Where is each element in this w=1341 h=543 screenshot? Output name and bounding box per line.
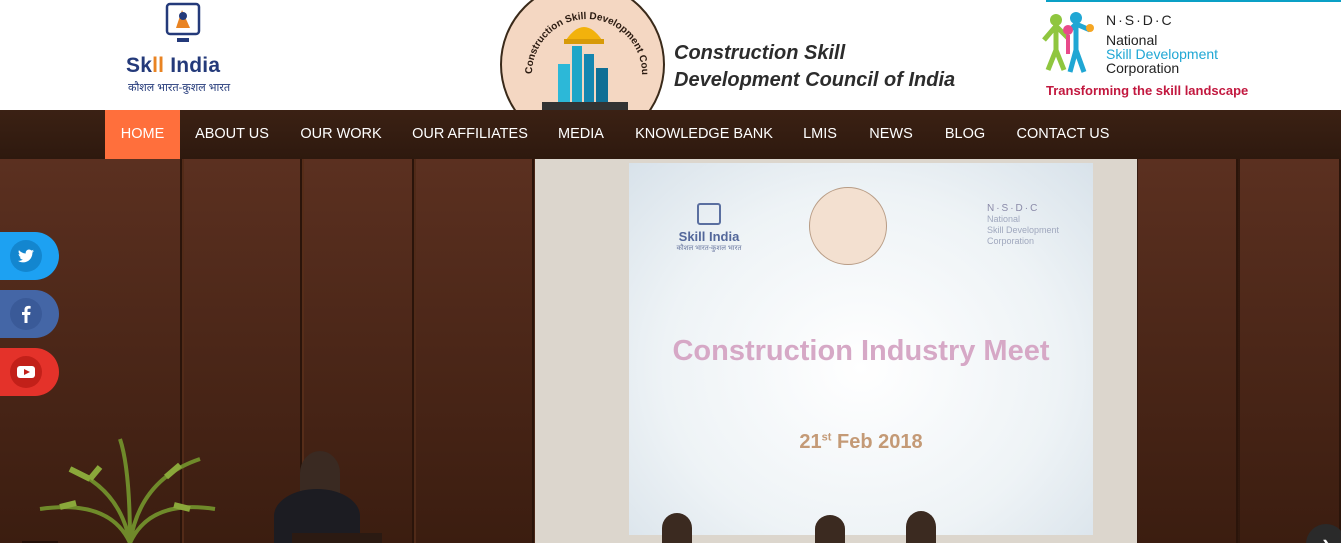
nav-media[interactable]: MEDIA (550, 110, 612, 159)
screen-monitor-icon (697, 203, 721, 225)
nav-lmis[interactable]: LMIS (795, 110, 845, 159)
site-header: Skll India कौशल भारत-कुशल भारत Construct… (0, 0, 1341, 147)
skill-india-wordmark: Skll India (126, 54, 221, 77)
nsdc-people-icon (1042, 12, 1094, 73)
main-nav: HOME ABOUT US OUR WORK OUR AFFILIATES ME… (0, 110, 1341, 159)
skill-india-tagline: कौशल भारत-कुशल भारत (128, 82, 231, 94)
facebook-button[interactable] (0, 290, 59, 338)
nav-news[interactable]: NEWS (862, 110, 920, 159)
twitter-icon (18, 249, 34, 263)
wall-panel (416, 159, 534, 543)
nav-our-affiliates[interactable]: OUR AFFILIATES (404, 110, 536, 159)
twitter-button[interactable] (0, 232, 59, 280)
nav-knowledge-bank[interactable]: KNOWLEDGE BANK (628, 110, 780, 159)
youtube-button[interactable] (0, 348, 59, 396)
nsdc-logo[interactable]: N·S·D·C National Skill Development Corpo… (1036, 0, 1341, 105)
plant-decoration (39, 438, 216, 543)
panelist-head (662, 513, 692, 543)
skill-india-monitor-icon (165, 2, 201, 42)
wall-panel (1240, 159, 1341, 543)
skill-india-logo[interactable]: Skll India कौशल भारत-कुशल भारत (120, 0, 250, 100)
screen-event-title: Construction Industry Meet (672, 335, 1050, 367)
hero-carousel[interactable]: Skill India कौशल भारत-कुशल भारत N·S·D·C … (0, 159, 1341, 543)
nav-blog[interactable]: BLOG (937, 110, 993, 159)
nav-about-us[interactable]: ABOUT US (184, 110, 280, 159)
nsdc-acronym: N·S·D·C (1106, 12, 1174, 28)
panelist-head (815, 515, 845, 543)
nav-home[interactable]: HOME (105, 110, 180, 159)
panelist-head (906, 511, 936, 543)
podium (292, 533, 382, 543)
nsdc-slogan: Transforming the skill landscape (1046, 83, 1249, 98)
council-title: Construction Skill Development Council o… (674, 42, 956, 91)
youtube-icon (17, 366, 35, 378)
facebook-icon (22, 305, 31, 323)
screen-council-seal (809, 187, 887, 265)
nav-our-work[interactable]: OUR WORK (290, 110, 392, 159)
nsdc-top-rule (1046, 0, 1341, 2)
nsdc-line-corp: Corporation (1106, 60, 1180, 76)
screen-skill-india-logo: Skill India कौशल भारत-कुशल भारत (669, 203, 749, 253)
projection-screen: Skill India कौशल भारत-कुशल भारत N·S·D·C … (629, 163, 1093, 535)
wall-panel (1138, 159, 1238, 543)
screen-event-date: 21st Feb 2018 (799, 431, 923, 453)
screen-nsdc-logo: N·S·D·C National Skill Development Corpo… (987, 203, 1060, 246)
chevron-right-icon: › (1322, 530, 1330, 543)
nav-contact-us[interactable]: CONTACT US (1009, 110, 1117, 159)
